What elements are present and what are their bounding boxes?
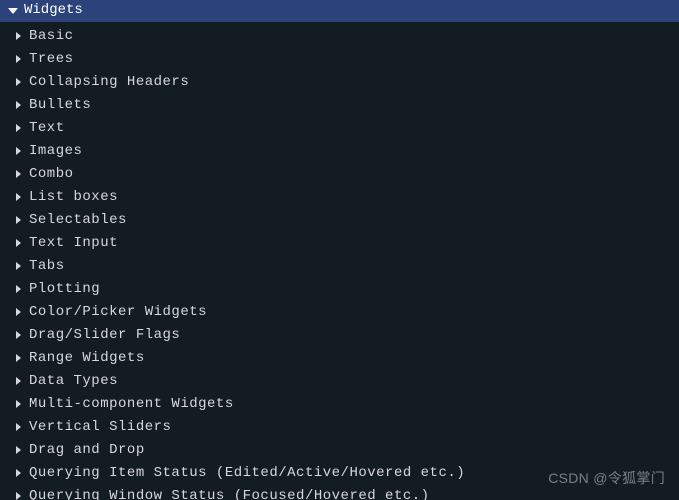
chevron-right-icon [16,78,21,86]
chevron-right-icon [16,32,21,40]
widgets-panel: Widgets Basic Trees Collapsing Headers B… [0,0,679,500]
chevron-right-icon [16,147,21,155]
chevron-right-icon [16,446,21,454]
tree-item-label: Drag and Drop [29,440,145,460]
tree-item-images[interactable]: Images [14,139,679,162]
chevron-right-icon [16,400,21,408]
tree-item-label: Combo [29,164,74,184]
chevron-right-icon [16,469,21,477]
tree-item-label: Images [29,141,82,161]
tree-item-label: Plotting [29,279,100,299]
tree-item-label: Data Types [29,371,118,391]
chevron-right-icon [16,423,21,431]
tree-item-bullets[interactable]: Bullets [14,93,679,116]
watermark-text: CSDN @令狐掌门 [548,468,665,488]
tree-item-label: Trees [29,49,74,69]
tree-item-trees[interactable]: Trees [14,47,679,70]
chevron-right-icon [16,239,21,247]
chevron-right-icon [16,492,21,500]
chevron-right-icon [16,308,21,316]
chevron-down-icon [8,8,18,14]
tree-item-label: Color/Picker Widgets [29,302,207,322]
tree-item-text[interactable]: Text [14,116,679,139]
chevron-right-icon [16,101,21,109]
tree-item-tabs[interactable]: Tabs [14,254,679,277]
tree-item-text-input[interactable]: Text Input [14,231,679,254]
tree-item-label: Range Widgets [29,348,145,368]
tree-item-label: Querying Item Status (Edited/Active/Hove… [29,463,465,483]
tree-item-label: Querying Window Status (Focused/Hovered … [29,486,430,500]
chevron-right-icon [16,216,21,224]
chevron-right-icon [16,331,21,339]
tree-item-label: Text [29,118,65,138]
chevron-right-icon [16,124,21,132]
tree-item-plotting[interactable]: Plotting [14,277,679,300]
tree-item-vertical-sliders[interactable]: Vertical Sliders [14,415,679,438]
chevron-right-icon [16,285,21,293]
tree-list: Basic Trees Collapsing Headers Bullets T… [0,22,679,500]
tree-item-basic[interactable]: Basic [14,24,679,47]
tree-item-range-widgets[interactable]: Range Widgets [14,346,679,369]
chevron-right-icon [16,55,21,63]
header-title: Widgets [24,2,83,19]
chevron-right-icon [16,262,21,270]
tree-item-label: Collapsing Headers [29,72,189,92]
chevron-right-icon [16,170,21,178]
tree-item-selectables[interactable]: Selectables [14,208,679,231]
tree-item-combo[interactable]: Combo [14,162,679,185]
tree-item-label: Drag/Slider Flags [29,325,180,345]
tree-item-drag-and-drop[interactable]: Drag and Drop [14,438,679,461]
tree-item-label: Selectables [29,210,127,230]
tree-item-label: Text Input [29,233,118,253]
tree-item-label: Tabs [29,256,65,276]
tree-item-multi-component-widgets[interactable]: Multi-component Widgets [14,392,679,415]
tree-item-data-types[interactable]: Data Types [14,369,679,392]
chevron-right-icon [16,193,21,201]
widgets-header[interactable]: Widgets [0,0,679,22]
chevron-right-icon [16,354,21,362]
tree-item-collapsing-headers[interactable]: Collapsing Headers [14,70,679,93]
chevron-right-icon [16,377,21,385]
tree-item-label: Vertical Sliders [29,417,171,437]
tree-item-list-boxes[interactable]: List boxes [14,185,679,208]
tree-item-label: Multi-component Widgets [29,394,234,414]
tree-item-label: Basic [29,26,74,46]
tree-item-label: Bullets [29,95,91,115]
tree-item-color-picker-widgets[interactable]: Color/Picker Widgets [14,300,679,323]
tree-item-drag-slider-flags[interactable]: Drag/Slider Flags [14,323,679,346]
tree-item-label: List boxes [29,187,118,207]
